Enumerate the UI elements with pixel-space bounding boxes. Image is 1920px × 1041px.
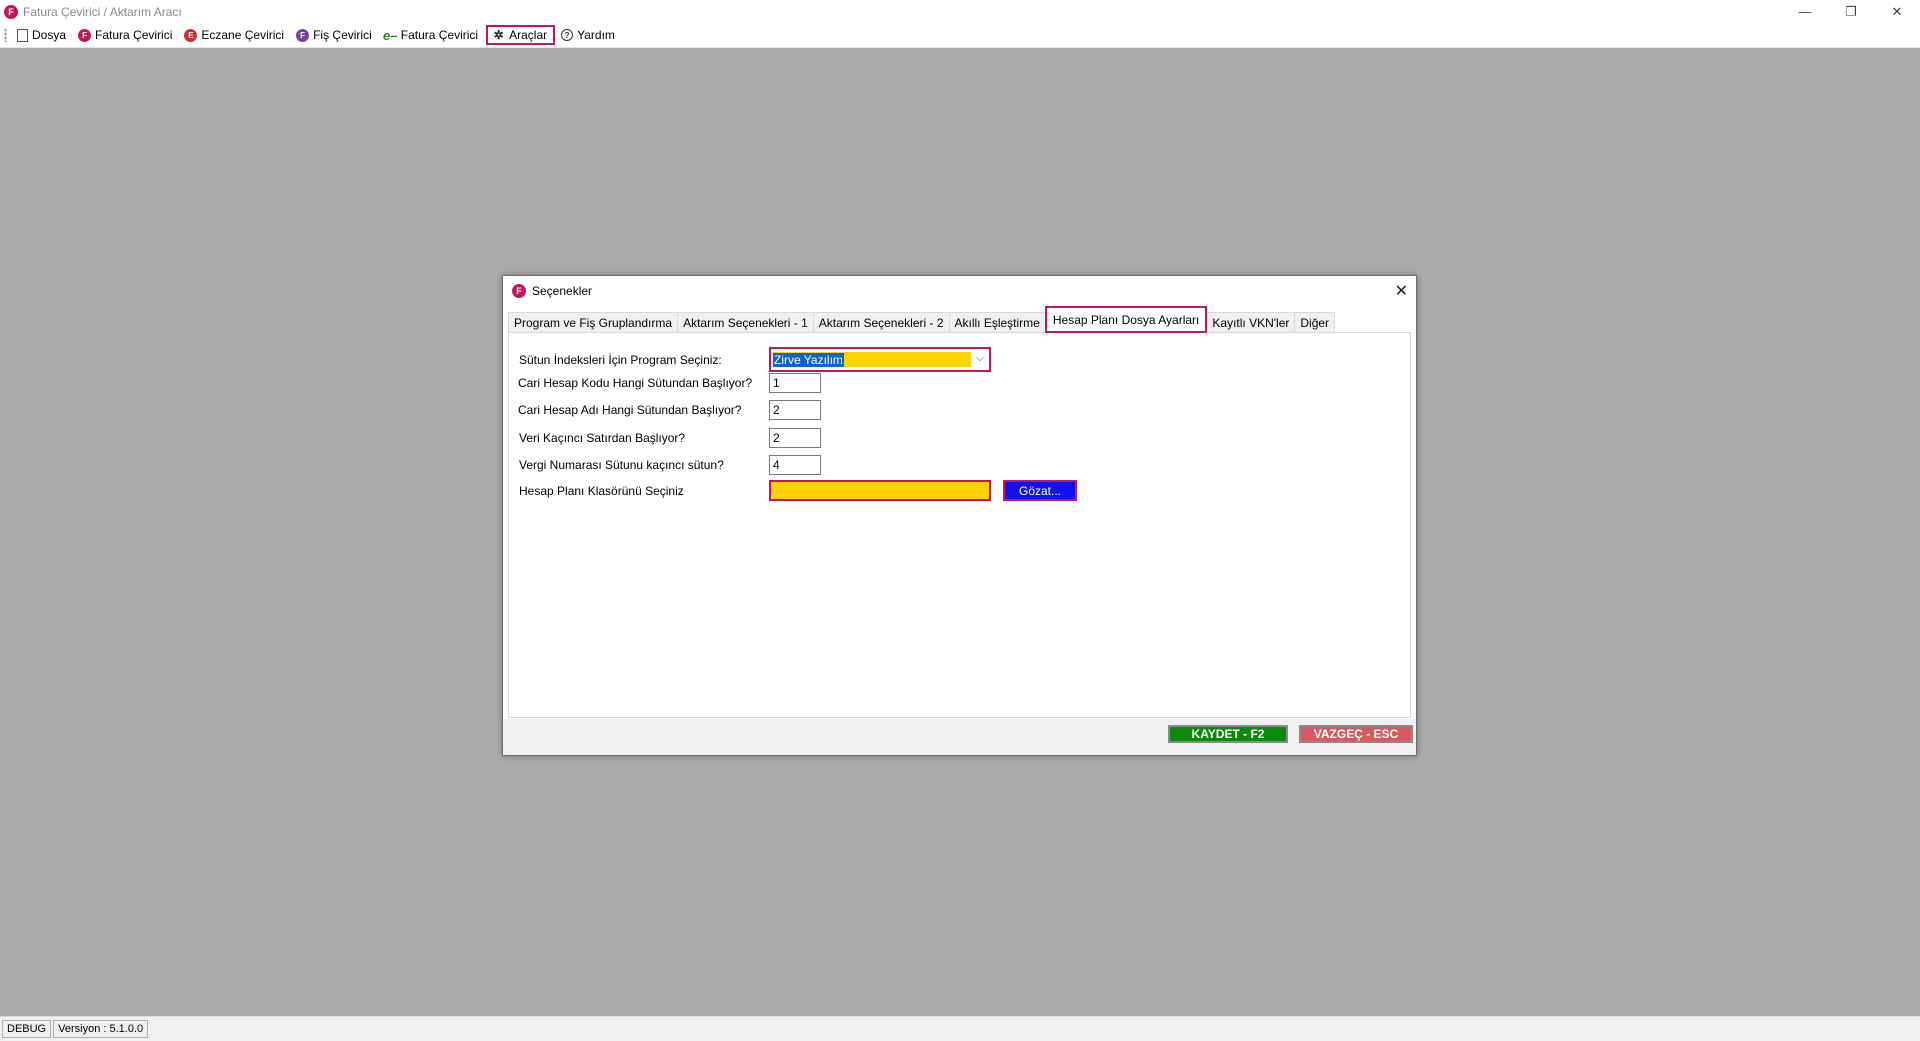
- browse-button[interactable]: Gözat...: [1003, 480, 1077, 501]
- cancel-button[interactable]: VAZGEÇ - ESC: [1299, 725, 1413, 743]
- tools-icon: ✲: [493, 28, 504, 42]
- e-fatura-icon: e–: [383, 27, 398, 43]
- tab-panel: Sütun İndeksleri İçin Program Seçiniz: Z…: [508, 332, 1411, 718]
- menu-label: Fiş Çevirici: [313, 28, 372, 42]
- program-select[interactable]: Zirve Yazılım ⌵: [769, 347, 991, 372]
- cari-adi-row: Cari Hesap Adı Hangi Sütundan Başlıyor?: [518, 400, 821, 420]
- tab-akilli-eslestirme[interactable]: Akıllı Eşleştirme: [948, 312, 1046, 333]
- restore-button[interactable]: ❐: [1828, 0, 1874, 23]
- vergi-no-row: Vergi Numarası Sütunu kaçıncı sütun?: [519, 455, 821, 475]
- dialog-close-button[interactable]: ✕: [1395, 281, 1408, 301]
- program-selected-text: Zirve Yazılım: [773, 352, 844, 367]
- program-select-value: Zirve Yazılım: [773, 352, 971, 367]
- cari-kod-input[interactable]: [769, 373, 821, 393]
- menu-grip-icon[interactable]: [4, 28, 7, 42]
- close-window-button[interactable]: ✕: [1874, 0, 1920, 23]
- menu-e-fatura-cevirici[interactable]: e– Fatura Çevirici: [380, 25, 484, 45]
- menu-araclar[interactable]: ✲ Araçlar: [486, 25, 556, 45]
- vergi-no-label: Vergi Numarası Sütunu kaçıncı sütun?: [519, 458, 724, 472]
- cari-adi-label: Cari Hesap Adı Hangi Sütundan Başlıyor?: [518, 403, 742, 417]
- options-dialog: F Seçenekler ✕ Program ve Fiş Gruplandır…: [502, 275, 1417, 756]
- veri-satir-row: Veri Kaçıncı Satırdan Başlıyor?: [519, 428, 821, 448]
- status-bar: DEBUG Versiyon : 5.1.0.0: [0, 1016, 1920, 1041]
- fatura-icon: F: [78, 28, 92, 42]
- tab-strip: Program ve Fiş Gruplandırma Aktarım Seçe…: [508, 306, 1336, 333]
- program-label: Sütun İndeksleri İçin Program Seçiniz:: [519, 352, 722, 367]
- title-bar: F Fatura Çevirici / Aktarım Aracı — ❐ ✕: [0, 0, 1920, 23]
- veri-satir-input[interactable]: [769, 428, 821, 448]
- menu-bar: Dosya F Fatura Çevirici E Eczane Çeviric…: [0, 23, 1920, 48]
- vergi-no-input[interactable]: [769, 455, 821, 475]
- tab-aktarim-secenekleri-1[interactable]: Aktarım Seçenekleri - 1: [677, 312, 814, 333]
- menu-label: Dosya: [32, 28, 67, 42]
- menu-label: Araçlar: [509, 28, 548, 42]
- menu-yardim[interactable]: ? Yardım: [557, 25, 621, 45]
- folder-path-input[interactable]: [769, 480, 991, 501]
- cari-adi-input[interactable]: [769, 400, 821, 420]
- tab-aktarim-secenekleri-2[interactable]: Aktarım Seçenekleri - 2: [812, 312, 950, 333]
- menu-label: Yardım: [577, 28, 615, 42]
- tab-hesap-plani-dosya-ayarlari[interactable]: Hesap Planı Dosya Ayarları: [1044, 306, 1208, 333]
- debug-label: DEBUG: [2, 1020, 52, 1038]
- menu-fatura-cevirici[interactable]: F Fatura Çevirici: [74, 25, 178, 45]
- cari-kod-label: Cari Hesap Kodu Hangi Sütundan Başlıyor?: [518, 376, 753, 390]
- menu-eczane-cevirici[interactable]: E Eczane Çevirici: [180, 25, 290, 45]
- menu-fis-cevirici[interactable]: F Fiş Çevirici: [292, 25, 378, 45]
- dialog-footer: KAYDET - F2 VAZGEÇ - ESC: [503, 719, 1416, 755]
- chevron-down-icon[interactable]: ⌵: [976, 353, 984, 364]
- help-icon: ?: [561, 29, 574, 41]
- eczane-icon: E: [184, 28, 198, 42]
- window-controls: — ❐ ✕: [1782, 0, 1920, 23]
- document-icon: [17, 28, 28, 42]
- menu-label: Eczane Çevirici: [201, 28, 285, 42]
- tab-diger[interactable]: Diğer: [1294, 312, 1336, 333]
- klasor-label: Hesap Planı Klasörünü Seçiniz: [519, 483, 684, 498]
- dialog-title-bar: F Seçenekler ✕: [503, 276, 1416, 306]
- tab-kayitli-vknler[interactable]: Kayıtlı VKN'ler: [1206, 312, 1296, 333]
- menu-label: Fatura Çevirici: [95, 28, 173, 42]
- klasor-row: Hesap Planı Klasörünü Seçiniz Gözat...: [519, 480, 1077, 501]
- menu-label: Fatura Çevirici: [400, 28, 479, 42]
- save-button[interactable]: KAYDET - F2: [1168, 725, 1288, 743]
- dialog-title: Seçenekler: [532, 284, 593, 298]
- tab-program-fis-gruplandirma[interactable]: Program ve Fiş Gruplandırma: [508, 312, 679, 333]
- window-title: Fatura Çevirici / Aktarım Aracı: [23, 4, 182, 19]
- veri-satir-label: Veri Kaçıncı Satırdan Başlıyor?: [519, 431, 686, 445]
- app-logo-icon: F: [4, 4, 18, 19]
- version-label: Versiyon : 5.1.0.0: [53, 1020, 149, 1038]
- menu-dosya[interactable]: Dosya: [13, 25, 72, 45]
- dialog-logo-icon: F: [512, 284, 526, 298]
- fis-icon: F: [296, 28, 310, 42]
- cari-kod-row: Cari Hesap Kodu Hangi Sütundan Başlıyor?: [518, 373, 821, 393]
- program-row: Sütun İndeksleri İçin Program Seçiniz: Z…: [519, 347, 991, 372]
- minimize-button[interactable]: —: [1782, 0, 1828, 23]
